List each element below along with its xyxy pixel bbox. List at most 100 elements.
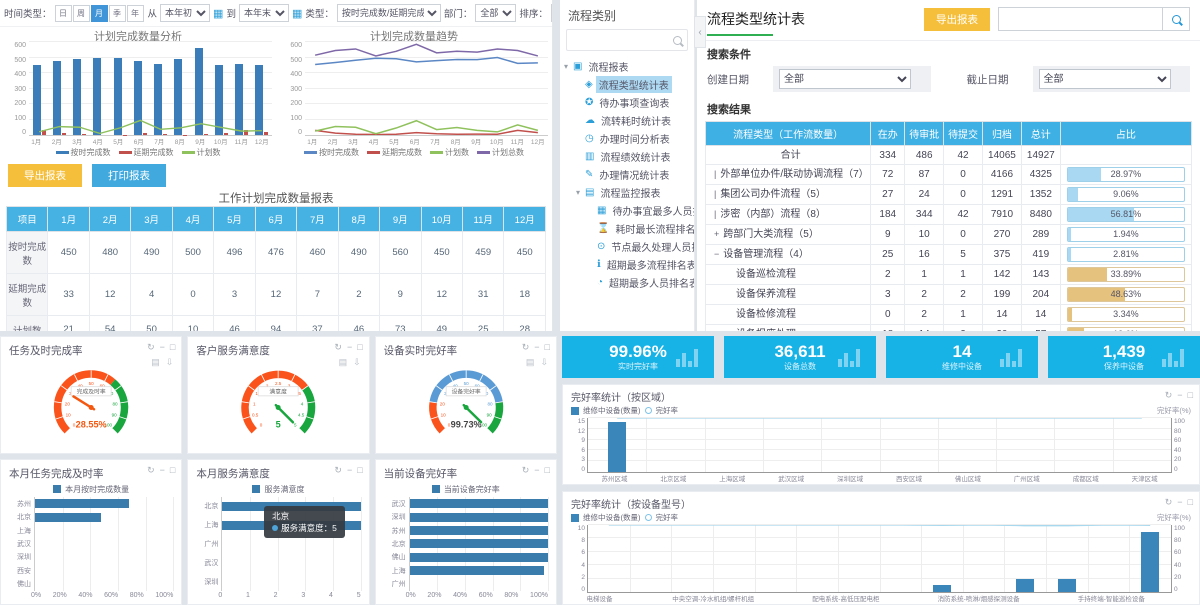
maximize-icon[interactable]: □ — [545, 465, 550, 476]
minimize-icon[interactable]: − — [347, 342, 352, 353]
tree-item-流转耗时统计表[interactable]: ☁流转耗时统计表 — [560, 111, 694, 129]
expand-toggle[interactable]: + — [714, 229, 719, 239]
tree-item-耗时最长流程排名表[interactable]: ⌛耗时最长流程排名表 — [560, 219, 694, 237]
x-tick: 5 — [357, 592, 361, 601]
time-granularity-button-日[interactable]: 日 — [55, 5, 72, 22]
clipboard-icon[interactable]: ▤ — [339, 357, 348, 368]
maximize-icon[interactable]: □ — [545, 342, 550, 353]
month-header: 7月 — [297, 207, 338, 232]
download-icon[interactable]: ⇩ — [353, 357, 361, 368]
maximize-icon[interactable]: □ — [170, 465, 175, 476]
x-tick: 12月 — [528, 136, 549, 146]
expand-caret-icon[interactable]: ▾ — [564, 62, 573, 71]
legend-label: 完好率 — [656, 405, 679, 416]
tree-item-待办事宜最多人员排名表[interactable]: ▦待办事宜最多人员排名表 — [560, 201, 694, 219]
chart-title: 完好率统计（按设备型号） — [563, 492, 1199, 511]
from-select[interactable]: 本年初 — [160, 4, 210, 22]
process-search-input[interactable] — [999, 14, 1162, 25]
refresh-icon[interactable]: ↻ — [334, 465, 342, 476]
minimize-icon[interactable]: − — [347, 465, 352, 476]
maximize-icon[interactable]: □ — [1188, 390, 1193, 401]
created-date-select[interactable]: 全部 — [779, 69, 911, 89]
export-button[interactable]: 导出报表 — [924, 8, 990, 31]
bar[interactable] — [410, 539, 548, 548]
collapse-handle[interactable]: ‹ — [694, 16, 706, 48]
tree-item-办理情况统计表[interactable]: ✎办理情况统计表 — [560, 165, 694, 183]
minimize-icon[interactable]: − — [1177, 497, 1182, 508]
tree-item-节点最久处理人员排名表[interactable]: ⊙节点最久处理人员排名表 — [560, 237, 694, 255]
export-report-button[interactable]: 导出报表 — [8, 164, 82, 187]
dept-select[interactable]: 全部 — [475, 4, 516, 22]
bar[interactable] — [410, 553, 548, 562]
ratio-value: 1.94% — [1068, 228, 1184, 241]
plan-trend-title: 计划完成数量趋势 — [280, 28, 548, 42]
bar[interactable] — [35, 513, 101, 522]
refresh-icon[interactable]: ↻ — [1165, 497, 1173, 508]
refresh-icon[interactable]: ↻ — [147, 465, 155, 476]
gauge: 0102030405060708090100设备完好率99.73% — [376, 360, 556, 450]
tree-item-流程绩效统计表[interactable]: ▥流程绩效统计表 — [560, 147, 694, 165]
tree-item-超期最多人员排名表[interactable]: ◔超期最多人员排名表 — [560, 273, 694, 291]
bar[interactable] — [410, 513, 548, 522]
count-cell: 2 — [905, 305, 944, 325]
minimize-icon[interactable]: − — [1177, 390, 1182, 401]
clipboard-icon[interactable]: ▤ — [151, 357, 160, 368]
ratio-bar: 33.89% — [1067, 267, 1185, 282]
clipboard-icon[interactable]: ▤ — [526, 357, 535, 368]
maximize-icon[interactable]: □ — [357, 342, 362, 353]
tree-item-流程监控报表[interactable]: ▾▤流程监控报表 — [560, 183, 694, 201]
minimize-icon[interactable]: − — [534, 342, 539, 353]
cell-value: 476 — [255, 232, 296, 274]
time-granularity-button-月[interactable]: 月 — [91, 5, 108, 22]
download-icon[interactable]: ⇩ — [166, 357, 174, 368]
tree-item-流程类型统计表[interactable]: ◈流程类型统计表 — [560, 75, 694, 93]
print-report-button[interactable]: 打印报表 — [92, 164, 166, 187]
calendar-icon[interactable]: ▦ — [292, 7, 302, 20]
maximize-icon[interactable]: □ — [357, 465, 362, 476]
refresh-icon[interactable]: ↻ — [522, 465, 530, 476]
kpi-label: 设备总数 — [784, 361, 816, 372]
tree-item-办理时间分析表[interactable]: ◷办理时间分析表 — [560, 129, 694, 147]
search-icon[interactable] — [1162, 8, 1189, 30]
kpi-card-设备总数: 36,611设备总数 — [724, 336, 876, 378]
bar-row — [35, 526, 173, 535]
count-cell: 8480 — [1021, 205, 1060, 225]
sort-select[interactable]: 按时间排序 — [551, 4, 552, 22]
tree-item-label: 待办事宜最多人员排名表 — [609, 202, 694, 219]
process-stats-panel: 流程类型统计表 导出报表 搜索条件 创建日期 全部 截止日期 全部 搜索结果 流… — [697, 0, 1200, 331]
time-granularity-button-季[interactable]: 季 — [109, 5, 126, 22]
column-header: 待提交 — [944, 122, 983, 146]
refresh-icon[interactable]: ↻ — [1165, 390, 1173, 401]
deadline-select[interactable]: 全部 — [1039, 69, 1171, 89]
refresh-icon[interactable]: ↻ — [334, 342, 342, 353]
bar[interactable] — [410, 566, 544, 575]
to-select[interactable]: 本年末 — [239, 4, 289, 22]
legend-label: 本月按时完成数量 — [65, 484, 129, 495]
tag-icon: ◈ — [585, 79, 593, 90]
count-cell: 344 — [905, 205, 944, 225]
time-granularity-button-周[interactable]: 周 — [73, 5, 90, 22]
refresh-icon[interactable]: ↻ — [147, 342, 155, 353]
minimize-icon[interactable]: − — [534, 465, 539, 476]
expand-toggle[interactable]: − — [714, 249, 719, 259]
ratio-cell: 56.81% — [1060, 205, 1191, 225]
maximize-icon[interactable]: □ — [1188, 497, 1193, 508]
calendar-icon[interactable]: ▦ — [213, 7, 223, 20]
tree-search-input[interactable] — [572, 34, 673, 47]
bar[interactable] — [410, 526, 548, 535]
tree-search[interactable] — [566, 29, 688, 51]
time-granularity-button-年[interactable]: 年 — [127, 5, 144, 22]
minimize-icon[interactable]: − — [160, 342, 165, 353]
bar[interactable] — [410, 499, 548, 508]
type-select[interactable]: 按时完成数/延期完成数据 — [337, 4, 441, 22]
minimize-icon[interactable]: − — [160, 465, 165, 476]
tree-item-待办事项查询表[interactable]: ✪待办事项查询表 — [560, 93, 694, 111]
tree-item-超期最多流程排名表[interactable]: ℹ超期最多流程排名表 — [560, 255, 694, 273]
download-icon[interactable]: ⇩ — [540, 357, 548, 368]
expand-caret-icon[interactable]: ▾ — [576, 188, 585, 197]
tree-item-流程报表[interactable]: ▾▣流程报表 — [560, 57, 694, 75]
bar[interactable] — [35, 499, 129, 508]
maximize-icon[interactable]: □ — [170, 342, 175, 353]
refresh-icon[interactable]: ↻ — [522, 342, 530, 353]
category-label: 广州 — [392, 579, 406, 589]
